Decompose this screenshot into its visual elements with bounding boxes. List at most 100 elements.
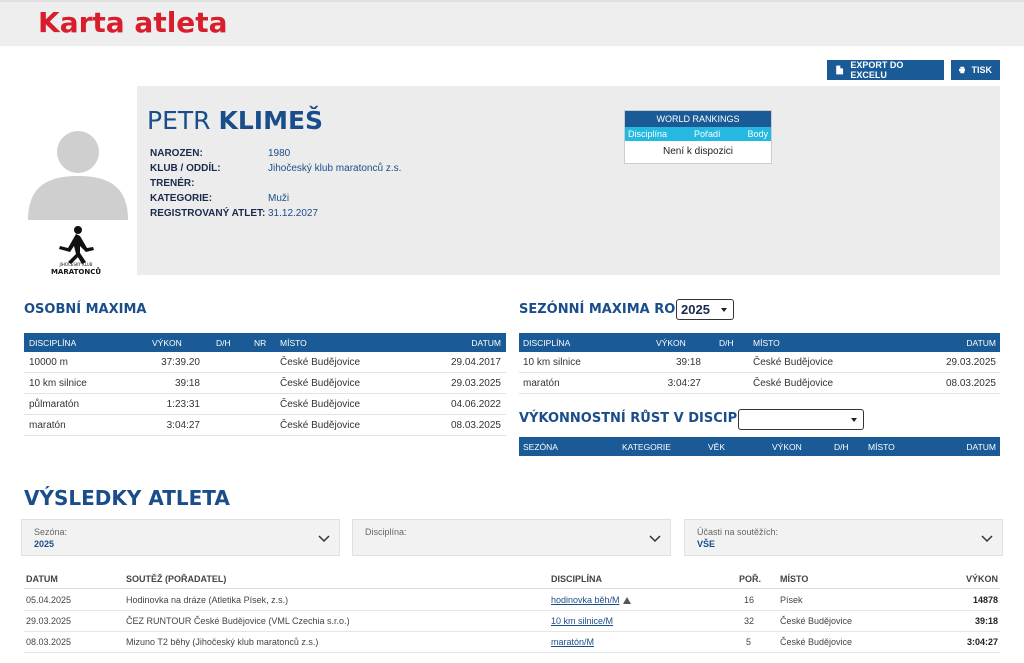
world-rankings-title: WORLD RANKINGS: [625, 111, 771, 127]
col-performance: VÝKON: [152, 337, 182, 348]
filter-label: Účasti na soutěžích:: [697, 527, 779, 537]
col-place: MÍSTO: [753, 337, 780, 348]
cell-place: České Budějovice: [753, 356, 834, 368]
table-row: 05.04.2025 Hodinovka na dráze (Atletika …: [24, 590, 1000, 611]
table-row: 08.03.2025 Mizuno T2 běhy (Jihočeský klu…: [24, 632, 1000, 653]
athlete-first-name: PETR: [147, 106, 211, 135]
progress-table: SEZÓNA KATEGORIE VĚK VÝKON D/H MÍSTO DAT…: [519, 437, 1000, 456]
col-place: MÍSTO: [280, 337, 307, 348]
progress-title: VÝKONNOSTNÍ RŮST V DISCIPLÍNĚ: [519, 411, 770, 426]
caret-down-icon: [851, 417, 857, 422]
world-rankings-box: WORLD RANKINGS Disciplína Pořadí Body Ne…: [624, 110, 772, 164]
cell-date: 08.03.2025: [450, 419, 501, 431]
table-header: DISCIPLÍNA VÝKON D/H MÍSTO DATUM: [519, 333, 1000, 352]
season-bests-title: SEZÓNNÍ MAXIMA ROKU: [519, 302, 696, 317]
discipline-link[interactable]: hodinovka běh/M: [551, 595, 620, 605]
cell-place: České Budějovice: [280, 356, 361, 368]
col-season: SEZÓNA: [523, 441, 558, 452]
cell-date: 29.04.2017: [450, 356, 501, 368]
col-dh: D/H: [719, 337, 734, 348]
table-row: půlmaratón 1:23:31 České Budějovice 04.0…: [24, 394, 506, 415]
cell-place: České Budějovice: [280, 377, 361, 389]
table-row: maratón 3:04:27 České Budějovice 08.03.2…: [24, 415, 506, 436]
cell-discipline: 10 km silnice/M: [551, 611, 613, 631]
info-label: TRENÉR:: [150, 178, 195, 189]
info-value: Muži: [268, 193, 290, 204]
export-excel-button[interactable]: EXPORT DO EXCELU: [827, 60, 944, 80]
cell-date: 29.03.2025: [945, 356, 996, 368]
info-row-born: NAROZEN: 1980: [150, 146, 401, 161]
cell-performance: 3:04:27: [966, 637, 998, 647]
page-title: Karta atleta: [38, 6, 228, 39]
discipline-link[interactable]: 10 km silnice/M: [551, 616, 613, 626]
info-row-registered: REGISTROVANÝ ATLET: 31.12.2027: [150, 206, 401, 221]
filter-value: 2025: [34, 539, 55, 549]
chevron-down-icon: [981, 535, 993, 543]
cell-place: České Budějovice: [280, 419, 361, 431]
filter-season[interactable]: Sezóna: 2025: [21, 519, 340, 556]
table-row: maratón 3:04:27 České Budějovice 08.03.2…: [519, 373, 1000, 394]
season-bests-table: DISCIPLÍNA VÝKON D/H MÍSTO DATUM 10 km s…: [519, 333, 1000, 394]
athlete-name: PETR KLIMEŠ: [147, 106, 323, 135]
col-category: KATEGORIE: [622, 441, 671, 452]
col-performance: VÝKON: [656, 337, 686, 348]
col-dh: D/H: [834, 441, 849, 452]
info-value: 1980: [268, 148, 291, 159]
info-label: REGISTROVANÝ ATLET:: [150, 208, 266, 219]
cell-performance: 3:04:27: [667, 377, 701, 389]
col-discipline: DISCIPLÍNA: [551, 574, 603, 584]
col-performance: VÝKON: [965, 574, 998, 584]
cell-performance: 39:18: [974, 616, 998, 626]
wr-col-discipline: Disciplína: [628, 129, 668, 139]
chevron-down-icon: [649, 535, 661, 543]
progress-discipline-select[interactable]: [738, 409, 864, 430]
col-dh: D/H: [216, 337, 231, 348]
col-place: MÍSTO: [780, 574, 809, 584]
discipline-link[interactable]: maratón/M: [551, 637, 594, 647]
top-bar: Karta atleta: [0, 0, 1024, 46]
print-button[interactable]: TISK: [951, 60, 1000, 80]
cell-discipline: hodinovka běh/M: [551, 590, 631, 610]
table-row: 10000 m 37:39.20 České Budějovice 29.04.…: [24, 352, 506, 373]
info-row-category: KATEGORIE: Muži: [150, 191, 401, 206]
col-performance: VÝKON: [772, 441, 802, 452]
avatar: [28, 131, 128, 220]
cell-rank: 16: [744, 595, 755, 605]
info-row-coach: TRENÉR:: [150, 176, 401, 191]
info-value: 31.12.2027: [268, 208, 319, 219]
printer-icon: [959, 66, 966, 74]
info-label: KATEGORIE:: [150, 193, 213, 204]
cell-performance: 1:23:31: [166, 398, 200, 410]
club-logo: JIHOČESKÝ KLUB MARATONCŮ: [46, 224, 106, 276]
filter-value: VŠE: [697, 539, 716, 549]
cell-date: 29.03.2025: [26, 616, 72, 626]
cell-discipline: 10000 m: [29, 356, 68, 368]
cell-performance: 14878: [972, 595, 998, 605]
athlete-info: NAROZEN: 1980 KLUB / ODDÍL: Jihočeský kl…: [150, 146, 401, 221]
cell-discipline: 10 km silnice: [29, 377, 87, 389]
col-discipline: DISCIPLÍNA: [29, 337, 77, 348]
cell-place: České Budějovice: [780, 637, 853, 647]
cell-competition: Mizuno T2 běhy (Jihočeský klub maratonců…: [126, 637, 319, 647]
personal-bests-title: OSOBNÍ MAXIMA: [24, 302, 147, 317]
personal-bests-table: DISCIPLÍNA VÝKON D/H NR MÍSTO DATUM 1000…: [24, 333, 506, 436]
cell-performance: 3:04:27: [166, 419, 200, 431]
world-rankings-header: Disciplína Pořadí Body: [625, 127, 771, 141]
col-nr: NR: [254, 337, 267, 348]
filter-discipline[interactable]: Disciplína:: [352, 519, 671, 556]
svg-text:JIHOČESKÝ KLUB: JIHOČESKÝ KLUB: [59, 262, 93, 267]
info-row-club: KLUB / ODDÍL: Jihočeský klub maratonců z…: [150, 161, 401, 176]
season-year-select[interactable]: 2025: [676, 299, 734, 320]
col-competition: SOUTĚŽ (POŘADATEL): [126, 574, 227, 584]
col-date: DATUM: [26, 574, 58, 584]
table-row: 29.03.2025 ČEZ RUNTOUR České Budějovice …: [24, 611, 1000, 632]
table-header: SEZÓNA KATEGORIE VĚK VÝKON D/H MÍSTO DAT…: [519, 437, 1000, 456]
col-age: VĚK: [708, 441, 726, 452]
cell-discipline: 10 km silnice: [523, 356, 581, 368]
col-discipline: DISCIPLÍNA: [523, 337, 571, 348]
cell-place: České Budějovice: [753, 377, 834, 389]
col-rank: POŘ.: [739, 574, 762, 584]
filter-participation[interactable]: Účasti na soutěžích: VŠE: [684, 519, 1003, 556]
warning-icon: [622, 596, 631, 604]
results-title: VÝSLEDKY ATLETA: [24, 486, 230, 510]
